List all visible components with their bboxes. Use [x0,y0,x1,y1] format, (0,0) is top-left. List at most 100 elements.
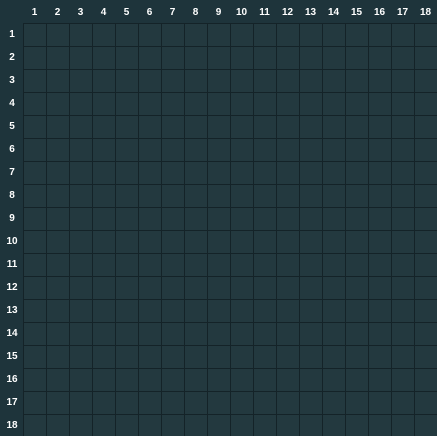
board-cell[interactable] [415,415,437,436]
board-cell[interactable] [323,47,346,70]
board-cell[interactable] [116,254,139,277]
board-cell[interactable] [139,139,162,162]
board-cell[interactable] [231,93,254,116]
board-cell[interactable] [93,93,116,116]
board-cell[interactable] [346,392,369,415]
board-cell[interactable] [346,415,369,436]
board-cell[interactable] [300,369,323,392]
board-cell[interactable] [208,139,231,162]
board-cell[interactable] [185,323,208,346]
board-cell[interactable] [208,300,231,323]
board-cell[interactable] [116,24,139,47]
board-cell[interactable] [323,139,346,162]
board-cell[interactable] [162,346,185,369]
board-cell[interactable] [300,392,323,415]
board-cell[interactable] [254,139,277,162]
board-cell[interactable] [300,93,323,116]
board-cell[interactable] [47,93,70,116]
board-cell[interactable] [47,139,70,162]
board-cell[interactable] [392,300,415,323]
board-cell[interactable] [392,346,415,369]
board-cell[interactable] [93,208,116,231]
board-cell[interactable] [185,162,208,185]
board-cell[interactable] [185,254,208,277]
board-cell[interactable] [93,369,116,392]
board-cell[interactable] [93,116,116,139]
board-cell[interactable] [231,254,254,277]
board-cell[interactable] [139,24,162,47]
board-cell[interactable] [323,116,346,139]
board-cell[interactable] [185,47,208,70]
board-cell[interactable] [47,116,70,139]
board-cell[interactable] [323,277,346,300]
board-cell[interactable] [300,346,323,369]
board-cell[interactable] [185,70,208,93]
board-cell[interactable] [277,323,300,346]
board-cell[interactable] [254,231,277,254]
board-cell[interactable] [47,300,70,323]
board-cell[interactable] [47,254,70,277]
board-cell[interactable] [70,415,93,436]
board-cell[interactable] [300,185,323,208]
board-cell[interactable] [346,369,369,392]
board-cell[interactable] [24,346,47,369]
board-cell[interactable] [116,70,139,93]
board-cell[interactable] [139,70,162,93]
board-cell[interactable] [254,47,277,70]
board-cell[interactable] [93,24,116,47]
board-cell[interactable] [24,139,47,162]
board-cell[interactable] [300,323,323,346]
board-cell[interactable] [392,24,415,47]
board-cell[interactable] [346,300,369,323]
board-cell[interactable] [70,323,93,346]
board-cell[interactable] [346,277,369,300]
board-cell[interactable] [93,346,116,369]
board-cell[interactable] [162,231,185,254]
board-cell[interactable] [277,300,300,323]
board-cell[interactable] [139,415,162,436]
board-cell[interactable] [139,277,162,300]
board-cell[interactable] [392,185,415,208]
board-cell[interactable] [70,185,93,208]
board-cell[interactable] [162,139,185,162]
board-cell[interactable] [24,70,47,93]
board-cell[interactable] [185,93,208,116]
board-cell[interactable] [24,24,47,47]
board-cell[interactable] [116,369,139,392]
board-cell[interactable] [185,415,208,436]
board-cell[interactable] [47,162,70,185]
board-cell[interactable] [208,47,231,70]
board-cell[interactable] [346,231,369,254]
board-cell[interactable] [162,323,185,346]
board-cell[interactable] [346,323,369,346]
board-cell[interactable] [323,415,346,436]
board-cell[interactable] [415,24,437,47]
board-cell[interactable] [300,139,323,162]
board-cell[interactable] [208,415,231,436]
board-cell[interactable] [70,254,93,277]
board-cell[interactable] [208,323,231,346]
board-cell[interactable] [254,415,277,436]
board-cell[interactable] [47,24,70,47]
board-cell[interactable] [93,392,116,415]
board-cell[interactable] [208,208,231,231]
board-cell[interactable] [323,346,346,369]
board-cell[interactable] [392,116,415,139]
board-cell[interactable] [369,346,392,369]
board-cell[interactable] [162,415,185,436]
board-cell[interactable] [231,231,254,254]
board-cell[interactable] [300,300,323,323]
board-cell[interactable] [369,392,392,415]
board-cell[interactable] [139,116,162,139]
board-cell[interactable] [254,277,277,300]
board-cell[interactable] [277,415,300,436]
board-cell[interactable] [277,70,300,93]
board-cell[interactable] [277,185,300,208]
board-cell[interactable] [369,254,392,277]
board-cell[interactable] [254,24,277,47]
board-cell[interactable] [93,185,116,208]
board-cell[interactable] [254,208,277,231]
board-cell[interactable] [116,346,139,369]
board-cell[interactable] [185,116,208,139]
board-cell[interactable] [24,415,47,436]
